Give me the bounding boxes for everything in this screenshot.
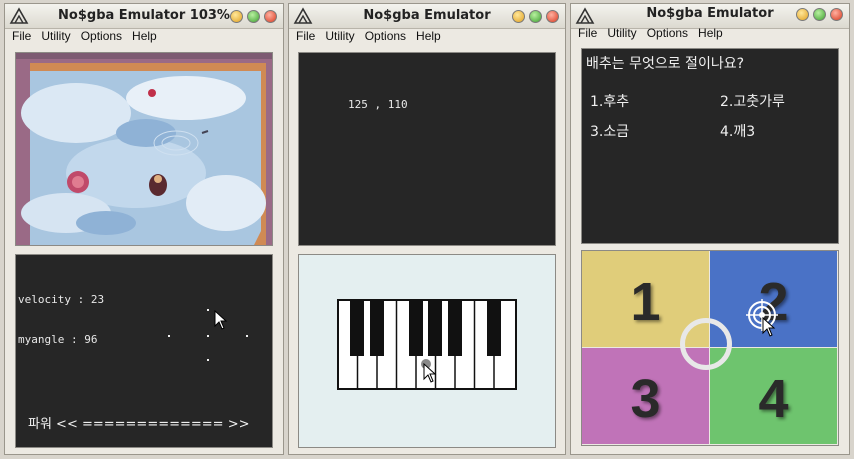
menu-utility[interactable]: Utility: [41, 29, 70, 43]
close-button[interactable]: [546, 10, 559, 23]
minimize-button[interactable]: [230, 10, 243, 23]
menu-bar: File Utility Options Help: [289, 29, 565, 46]
bottom-screen-quadrants[interactable]: 1 2 3 4: [581, 250, 839, 446]
power-gauge: 파워 << ============= >>: [28, 417, 250, 432]
close-button[interactable]: [830, 8, 843, 21]
aim-dot: [207, 335, 209, 337]
emulator-window-2: No$gba Emulator File Utility Options Help 1…: [288, 3, 566, 455]
close-button[interactable]: [264, 10, 277, 23]
angle-readout: myangle : 96: [18, 333, 98, 346]
aim-dot: [168, 335, 170, 337]
menu-file[interactable]: File: [12, 29, 31, 43]
game-scene-image: [16, 53, 272, 245]
menu-options[interactable]: Options: [647, 26, 688, 40]
quiz-question: 배추는 무엇으로 절이나요?: [586, 56, 745, 72]
emulator-window-3: No$gba Emulator File Utility Options Help 배…: [570, 3, 850, 455]
menu-bar: File Utility Options Help: [571, 26, 849, 43]
maximize-button[interactable]: [813, 8, 826, 21]
bottom-screen-physics[interactable]: velocity : 23 myangle : 96 파워 << =======…: [15, 254, 273, 448]
menu-bar: File Utility Options Help: [5, 29, 283, 46]
mouse-cursor-icon: [423, 363, 437, 383]
quadrant-4[interactable]: 4: [710, 348, 837, 444]
maximize-button[interactable]: [247, 10, 260, 23]
menu-help[interactable]: Help: [132, 29, 157, 43]
aim-dot: [246, 335, 248, 337]
top-screen-quiz[interactable]: 배추는 무엇으로 절이나요? 1.후추 2.고춧가루 3.소금 4.깨3: [581, 48, 839, 244]
menu-file[interactable]: File: [578, 26, 597, 40]
aim-dot: [207, 309, 209, 311]
minimize-button[interactable]: [512, 10, 525, 23]
quiz-answer-1: 1.후추: [590, 94, 630, 110]
aim-dot: [207, 359, 209, 361]
menu-help[interactable]: Help: [416, 29, 441, 43]
top-screen-game[interactable]: [15, 52, 273, 246]
menu-options[interactable]: Options: [365, 29, 406, 43]
quadrant-label: 3: [630, 369, 661, 429]
top-screen-coords[interactable]: 125 , 110: [298, 52, 556, 246]
menu-options[interactable]: Options: [81, 29, 122, 43]
menu-help[interactable]: Help: [698, 26, 723, 40]
selection-ring: [680, 318, 732, 370]
quadrant-label: 4: [758, 369, 789, 429]
touch-coordinates: 125 , 110: [348, 98, 408, 111]
title-bar[interactable]: No$gba Emulator 103%: [5, 4, 283, 29]
mouse-cursor-icon: [214, 310, 228, 330]
quiz-answer-3: 3.소금: [590, 124, 630, 140]
quiz-answer-2: 2.고춧가루: [720, 94, 785, 110]
bottom-screen-piano[interactable]: [298, 254, 556, 448]
menu-utility[interactable]: Utility: [607, 26, 636, 40]
menu-utility[interactable]: Utility: [325, 29, 354, 43]
mouse-cursor-icon: [762, 317, 776, 337]
title-bar[interactable]: No$gba Emulator: [289, 4, 565, 29]
menu-file[interactable]: File: [296, 29, 315, 43]
emulator-window-1: No$gba Emulator 103% File Utility Options H…: [4, 3, 284, 455]
maximize-button[interactable]: [529, 10, 542, 23]
minimize-button[interactable]: [796, 8, 809, 21]
velocity-readout: velocity : 23: [18, 293, 105, 306]
quiz-answer-4: 4.깨3: [720, 124, 756, 140]
